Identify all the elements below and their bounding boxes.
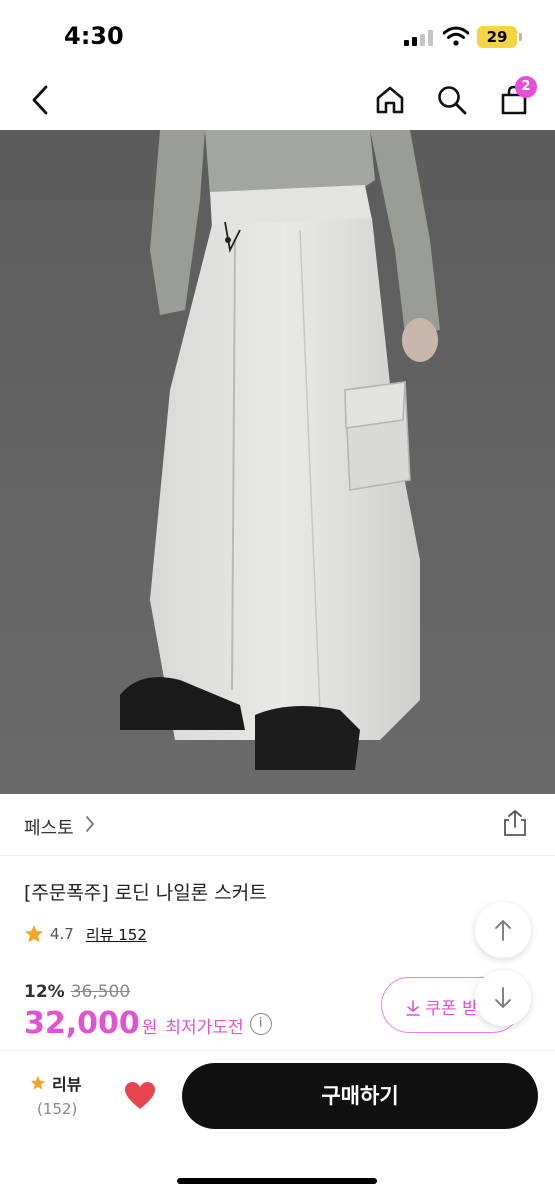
info-icon[interactable]: i (249, 1012, 272, 1035)
brand-name[interactable]: 페스토 (24, 814, 74, 840)
bottom-review-count: (152) (37, 1100, 78, 1118)
coupon-button-label: 쿠폰 받 (406, 994, 478, 1019)
arrow-down-icon (495, 987, 511, 1008)
rating-value: 4.7 (50, 925, 74, 943)
discount-row: 12% 36,500 (24, 982, 130, 1002)
battery-tip (519, 33, 522, 41)
original-price: 36,500 (70, 982, 131, 1002)
chevron-right-icon (86, 816, 95, 832)
cart-count-badge: 2 (515, 76, 537, 98)
price-row: 32,000 원 최저가도전 i (24, 1006, 272, 1041)
discount-rate: 12% (24, 982, 65, 1002)
sale-price: 32,000 (24, 1006, 140, 1041)
bottom-review-summary[interactable]: 리뷰 (30, 1071, 81, 1095)
bottom-review-label: 리뷰 (52, 1075, 82, 1094)
status-bar: 4:30 29 (0, 0, 555, 70)
star-icon (30, 1075, 46, 1090)
cellular-signal-icon (404, 30, 434, 46)
brand-row[interactable]: 페스토 (0, 794, 555, 856)
download-icon (406, 1000, 420, 1016)
scroll-top-button[interactable] (475, 902, 531, 958)
lowest-price-label: 최저가도전 (165, 1018, 244, 1038)
star-icon (25, 925, 43, 943)
share-icon[interactable] (500, 808, 530, 838)
rating-row: 4.7 리뷰 152 (24, 922, 147, 946)
search-icon[interactable] (432, 80, 472, 120)
arrow-up-icon (495, 920, 511, 941)
wifi-icon (443, 26, 469, 46)
scroll-down-button[interactable] (475, 970, 531, 1026)
buy-button[interactable]: 구매하기 (182, 1063, 538, 1129)
home-indicator (177, 1178, 377, 1184)
back-icon[interactable] (20, 80, 60, 120)
battery-indicator: 29 (477, 26, 517, 48)
bottom-action-bar: 리뷰 (152) 구매하기 (0, 1050, 555, 1200)
review-link[interactable]: 리뷰 152 (86, 924, 147, 945)
status-time: 4:30 (64, 22, 124, 50)
heart-icon[interactable] (124, 1081, 156, 1111)
product-title: [주문폭주] 로딘 나일론 스커트 (24, 882, 267, 904)
skirt-photo-illustration (0, 130, 555, 794)
product-image[interactable] (0, 130, 555, 794)
top-navigation (0, 70, 555, 130)
price-unit: 원 (141, 1018, 158, 1038)
home-icon[interactable] (370, 80, 410, 120)
coupon-label-text: 쿠폰 받 (425, 999, 478, 1019)
